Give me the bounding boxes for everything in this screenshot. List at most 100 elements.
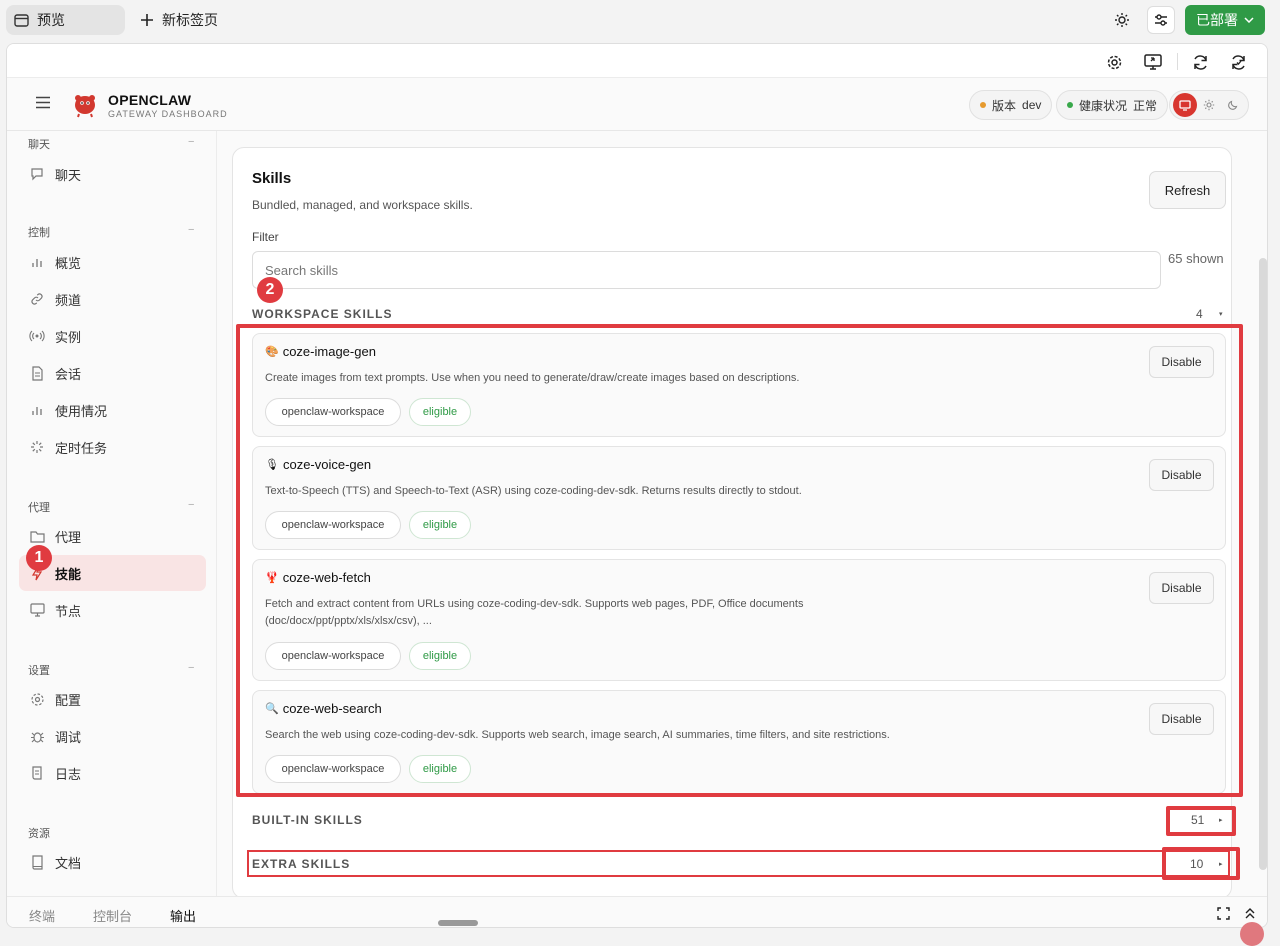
sidebar-item-label: 聊天 [55,167,82,183]
menu-icon[interactable] [35,96,51,109]
moon-icon [1228,100,1238,110]
workspace-skills-count: 4 [1196,307,1203,321]
sidebar: 聊天 − 聊天 控制 − 概览 频道 实例 会话 使用情况 定时任务 代理 − … [7,131,217,896]
deployed-button[interactable]: 已部署 [1185,5,1265,35]
brand-title: OPENCLAW [108,92,192,108]
plus-icon [140,13,154,27]
sidebar-item-label: 概览 [55,255,82,271]
version-label: 版本 [992,98,1017,113]
preview-toolbar [7,44,1267,78]
loader-icon [29,439,45,455]
health-pill: 健康状况 正常 [1056,90,1169,120]
collapse-chat-toggle[interactable]: − [188,136,194,148]
theme-system-button[interactable] [1173,93,1197,117]
brand-subtitle: GATEWAY DASHBOARD [108,109,228,119]
sidebar-section-chat: 聊天 [28,139,50,151]
health-label: 健康状况 [1079,98,1128,113]
sidebar-item-label: 代理 [55,529,82,545]
workspace-skills-header[interactable]: WORKSPACE SKILLS [252,307,392,321]
sun-icon[interactable] [1108,6,1136,34]
bug-icon [29,728,45,744]
caret-down-icon[interactable]: ▾ [1219,310,1223,318]
version-status-dot [980,102,986,108]
sidebar-item-label: 实例 [55,329,82,345]
sidebar-section-control: 控制 [28,227,50,239]
deployed-label: 已部署 [1196,12,1238,28]
chat-icon [29,166,45,182]
sidebar-item-label: 节点 [55,603,82,619]
bar-chart-icon [29,254,45,270]
gear-icon[interactable] [1104,52,1124,72]
sliders-icon[interactable] [1147,6,1175,34]
tab-output[interactable]: 输出 [170,906,196,925]
hard-refresh-icon[interactable] [1228,52,1248,72]
assistant-avatar[interactable] [1240,922,1264,946]
theme-dark-button[interactable] [1221,93,1245,117]
health-status-dot [1067,102,1073,108]
sidebar-section-resources: 资源 [28,828,50,840]
sidebar-item-label: 日志 [55,766,82,782]
annotation-highlight-extra-row [247,850,1230,877]
sidebar-item-nodes[interactable]: 节点 [19,592,206,628]
folder-icon [29,528,45,544]
collapse-settings-toggle[interactable]: − [188,662,194,674]
new-tab-label: 新标签页 [162,12,218,28]
collapse-agents-toggle[interactable]: − [188,499,194,511]
sidebar-item-logs[interactable]: 日志 [19,755,206,791]
theme-light-button[interactable] [1197,93,1221,117]
sidebar-item-docs[interactable]: 文档 [19,844,206,880]
sidebar-section-settings: 设置 [28,665,50,677]
openclaw-logo [71,90,99,118]
sidebar-item-instances[interactable]: 实例 [19,318,206,354]
sidebar-item-debug[interactable]: 调试 [19,718,206,754]
browser-window-icon [14,13,29,27]
filter-label: Filter [252,230,279,244]
new-tab-button[interactable]: 新标签页 [140,5,218,35]
refresh-button[interactable]: Refresh [1149,171,1226,209]
page-title: Skills [252,170,292,187]
chevron-down-icon [1244,17,1254,23]
sidebar-item-label: 会话 [55,366,82,382]
refresh-icon[interactable] [1190,52,1210,72]
annotation-highlight-workspace [236,324,1243,797]
annotation-highlight-builtin-count [1166,806,1236,836]
screen-share-icon[interactable] [1143,52,1163,72]
sidebar-item-sessions[interactable]: 会话 [19,355,206,391]
annotation-highlight-extra-count [1162,847,1240,880]
sidebar-item-label: 定时任务 [55,440,108,456]
annotation-badge-2: 2 [257,277,283,303]
tab-preview[interactable]: 预览 [6,5,125,35]
bar-chart-icon [29,402,45,418]
broadcast-icon [29,328,45,344]
annotation-badge-1: 1 [26,545,52,571]
document-icon [29,365,45,381]
collapse-control-toggle[interactable]: − [188,224,194,236]
sidebar-item-label: 使用情况 [55,403,108,419]
version-value: dev [1022,98,1042,112]
chevrons-up-icon[interactable] [1245,907,1255,920]
sidebar-item-usage[interactable]: 使用情况 [19,392,206,428]
sidebar-item-label: 文档 [55,855,82,871]
monitor-icon [29,602,45,618]
tab-console[interactable]: 控制台 [93,906,132,925]
panel-resize-handle[interactable] [438,920,478,926]
tab-terminal[interactable]: 终端 [29,906,55,925]
search-input[interactable] [252,251,1161,289]
health-value: 正常 [1133,98,1158,113]
theme-switcher [1169,90,1249,120]
sidebar-item-chat[interactable]: 聊天 [19,156,206,192]
sidebar-item-cron[interactable]: 定时任务 [19,429,206,465]
toolbar-divider [1177,53,1178,70]
sidebar-section-agents: 代理 [28,502,50,514]
sidebar-item-label: 调试 [55,729,82,745]
fullscreen-icon[interactable] [1217,907,1230,920]
sidebar-item-config[interactable]: 配置 [19,681,206,717]
sidebar-item-channels[interactable]: 频道 [19,281,206,317]
builtin-skills-header[interactable]: BUILT-IN SKILLS [252,813,363,827]
scroll-icon [29,765,45,781]
main-scrollbar[interactable] [1259,258,1267,870]
sidebar-item-overview[interactable]: 概览 [19,244,206,280]
link-icon [29,291,45,307]
sun-icon [1203,99,1215,111]
bottom-panel-bar: 终端 控制台 输出 [7,896,1267,927]
